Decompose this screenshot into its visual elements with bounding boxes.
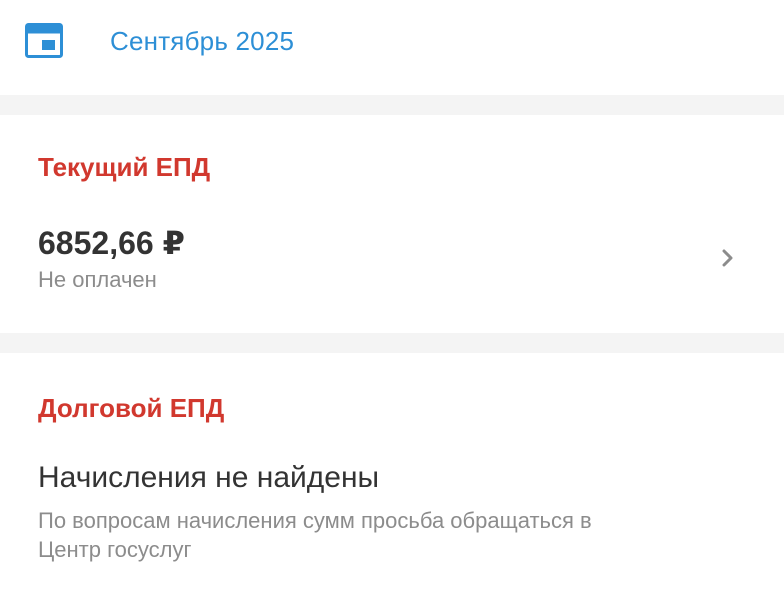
current-epd-card: Текущий ЕПД 6852,66 ₽ Не оплачен: [0, 115, 784, 333]
section-divider: [0, 333, 784, 353]
month-selector[interactable]: Сентябрь 2025: [0, 0, 784, 95]
section-divider: [0, 95, 784, 115]
current-epd-title: Текущий ЕПД: [38, 152, 211, 182]
calendar-icon[interactable]: [25, 23, 63, 58]
epd-amount: 6852,66 ₽: [38, 225, 185, 261]
debt-epd-title: Долговой ЕПД: [38, 393, 225, 423]
debt-epd-card: Долговой ЕПД Начисления не найдены По во…: [0, 353, 784, 600]
epd-screen: Сентябрь 2025 Текущий ЕПД 6852,66 ₽ Не о…: [0, 0, 784, 600]
support-hint: По вопросам начисления сумм просьба обра…: [38, 508, 592, 562]
current-epd-row[interactable]: 6852,66 ₽ Не оплачен: [0, 210, 784, 300]
month-label[interactable]: Сентябрь 2025: [110, 26, 294, 57]
chevron-right-icon: [722, 249, 733, 267]
no-charges-message: Начисления не найдены: [38, 461, 380, 494]
payment-status: Не оплачен: [38, 267, 157, 292]
